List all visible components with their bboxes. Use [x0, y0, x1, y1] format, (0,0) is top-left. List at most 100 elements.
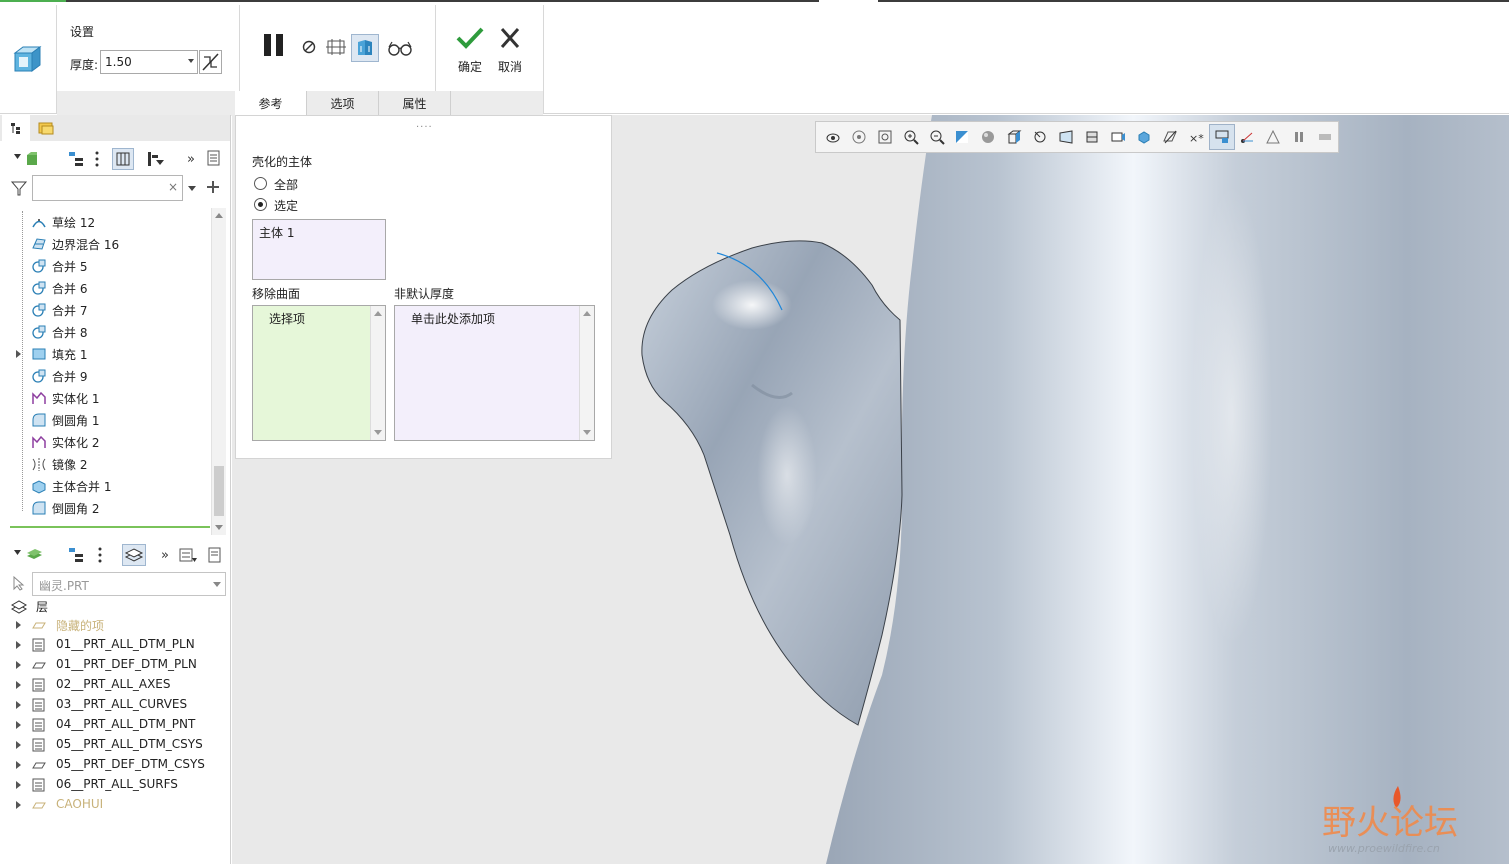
chevron-down-icon[interactable]: [188, 59, 194, 63]
tree-item[interactable]: 边界混合 16: [0, 233, 210, 255]
layer-item[interactable]: 隐藏的项: [0, 615, 220, 635]
expand-arrow-icon[interactable]: [16, 681, 21, 689]
model-tree-scrollbar[interactable]: [211, 208, 226, 535]
repaint-button[interactable]: [950, 124, 976, 150]
radio-all[interactable]: [254, 177, 267, 190]
filter-icon[interactable]: [10, 179, 28, 197]
layer-item[interactable]: 03__PRT_ALL_CURVES: [0, 695, 220, 715]
tree-search-box[interactable]: ×: [32, 175, 183, 201]
zoom-out-button[interactable]: [924, 124, 950, 150]
csys-button[interactable]: [1235, 124, 1261, 150]
expand-arrow-icon[interactable]: [16, 801, 21, 809]
tree-item[interactable]: 合并 9: [0, 365, 210, 387]
insert-indicator[interactable]: [10, 526, 210, 528]
tree-item[interactable]: 倒圆角 2: [0, 497, 210, 519]
more-chevron-icon[interactable]: »: [186, 150, 204, 168]
expand-arrow-icon[interactable]: [16, 350, 21, 358]
appearance-button[interactable]: [1105, 124, 1131, 150]
scroll-up-icon[interactable]: [215, 213, 223, 218]
thickness-input[interactable]: [101, 51, 179, 73]
notes-icon[interactable]: [205, 149, 223, 167]
panel-grip[interactable]: ....: [416, 119, 433, 130]
section-button[interactable]: [1079, 124, 1105, 150]
spin-center-button[interactable]: [1131, 124, 1157, 150]
no-preview-button[interactable]: [295, 33, 323, 61]
layer-item[interactable]: 04__PRT_ALL_DTM_PNT: [0, 715, 220, 735]
annotation-display-button[interactable]: [1208, 124, 1235, 150]
tree-settings-button[interactable]: [112, 148, 134, 170]
radio-all-label[interactable]: 全部: [274, 176, 298, 193]
clear-icon[interactable]: ×: [168, 180, 178, 194]
tree-item[interactable]: 填充 1: [0, 343, 210, 365]
expand-arrow-icon[interactable]: [16, 761, 21, 769]
pause-display-button[interactable]: [1286, 124, 1312, 150]
show-icon[interactable]: [146, 150, 164, 168]
add-icon[interactable]: [205, 179, 223, 197]
tree-item[interactable]: 合并 5: [0, 255, 210, 277]
refit-button[interactable]: [872, 124, 898, 150]
thickness-combo[interactable]: [100, 50, 198, 74]
ok-button[interactable]: 确定: [452, 25, 488, 75]
model-tree-tab[interactable]: [2, 115, 30, 141]
expand-arrow-icon[interactable]: [16, 741, 21, 749]
warning-display-button[interactable]: [1260, 124, 1286, 150]
tree-item[interactable]: 草绘 12: [0, 211, 210, 233]
expand-arrow-icon[interactable]: [16, 721, 21, 729]
cancel-button[interactable]: 取消: [492, 25, 528, 75]
tab-options[interactable]: 选项: [307, 91, 379, 116]
tree-item[interactable]: 镜像 2: [0, 453, 210, 475]
zoom-in-button[interactable]: [898, 124, 924, 150]
separate-preview-button[interactable]: [322, 33, 350, 61]
non-default-thickness-collector[interactable]: 单击此处添加项: [394, 305, 595, 441]
pause-button[interactable]: [260, 31, 288, 59]
tree-item[interactable]: 倒圆角 1: [0, 409, 210, 431]
display-style-button[interactable]: [975, 124, 1001, 150]
tree-item[interactable]: 合并 6: [0, 277, 210, 299]
datum-points-button[interactable]: ×*: [1183, 124, 1209, 150]
expand-arrow-icon[interactable]: [16, 621, 21, 629]
layer-item[interactable]: 01__PRT_ALL_DTM_PLN: [0, 635, 220, 655]
attached-preview-button[interactable]: [351, 34, 379, 62]
expand-arrow-icon[interactable]: [16, 701, 21, 709]
layer-properties-icon[interactable]: [178, 546, 197, 564]
non-default-thickness-placeholder[interactable]: 单击此处添加项: [411, 310, 495, 327]
view-refit-orient-button[interactable]: [846, 124, 872, 150]
flip-direction-button[interactable]: [199, 50, 222, 74]
view-eye-button[interactable]: [820, 124, 846, 150]
layer-item[interactable]: 01__PRT_DEF_DTM_PLN: [0, 655, 220, 675]
remove-surfaces-scrollbar[interactable]: [370, 306, 385, 440]
radio-selected[interactable]: [254, 198, 267, 211]
saved-orientations-button[interactable]: [1001, 124, 1027, 150]
non-default-thickness-scrollbar[interactable]: [579, 306, 594, 440]
remove-surfaces-placeholder[interactable]: 选择项: [269, 310, 305, 327]
view-manager-button[interactable]: [1027, 124, 1053, 150]
expand-arrow-icon[interactable]: [16, 781, 21, 789]
chevron-down-icon[interactable]: [213, 582, 221, 587]
perspective-button[interactable]: [1053, 124, 1079, 150]
layer-expand-icon[interactable]: [12, 546, 42, 564]
tree-item[interactable]: 主体合并 1: [0, 475, 210, 497]
radio-selected-label[interactable]: 选定: [274, 197, 298, 214]
expand-arrow-icon[interactable]: [16, 641, 21, 649]
verify-mode-button[interactable]: [386, 34, 414, 62]
layer-filter-icon[interactable]: [67, 546, 85, 564]
tree-item[interactable]: 合并 7: [0, 299, 210, 321]
tab-references[interactable]: 参考: [235, 91, 307, 116]
layer-display-button[interactable]: [122, 544, 146, 566]
folder-browser-tab[interactable]: [32, 115, 60, 141]
tree-columns-icon[interactable]: [92, 150, 110, 168]
layer-notes-icon[interactable]: [206, 546, 224, 564]
search-options-chevron-icon[interactable]: [187, 181, 205, 199]
layer-item[interactable]: 05__PRT_ALL_DTM_CSYS: [0, 735, 220, 755]
datum-planes-button[interactable]: [1157, 124, 1183, 150]
layer-item[interactable]: 05__PRT_DEF_DTM_CSYS: [0, 755, 220, 775]
tree-item[interactable]: 合并 8: [0, 321, 210, 343]
expand-collapse-icon[interactable]: [12, 150, 37, 168]
tree-item[interactable]: 实体化 1: [0, 387, 210, 409]
tree-item[interactable]: 实体化 2: [0, 431, 210, 453]
layer-item[interactable]: CAOHUI: [0, 795, 220, 815]
layer-columns-icon[interactable]: [95, 546, 113, 564]
layer-item[interactable]: 02__PRT_ALL_AXES: [0, 675, 220, 695]
remove-surfaces-collector[interactable]: 选择项: [252, 305, 386, 441]
layer-item[interactable]: 06__PRT_ALL_SURFS: [0, 775, 220, 795]
